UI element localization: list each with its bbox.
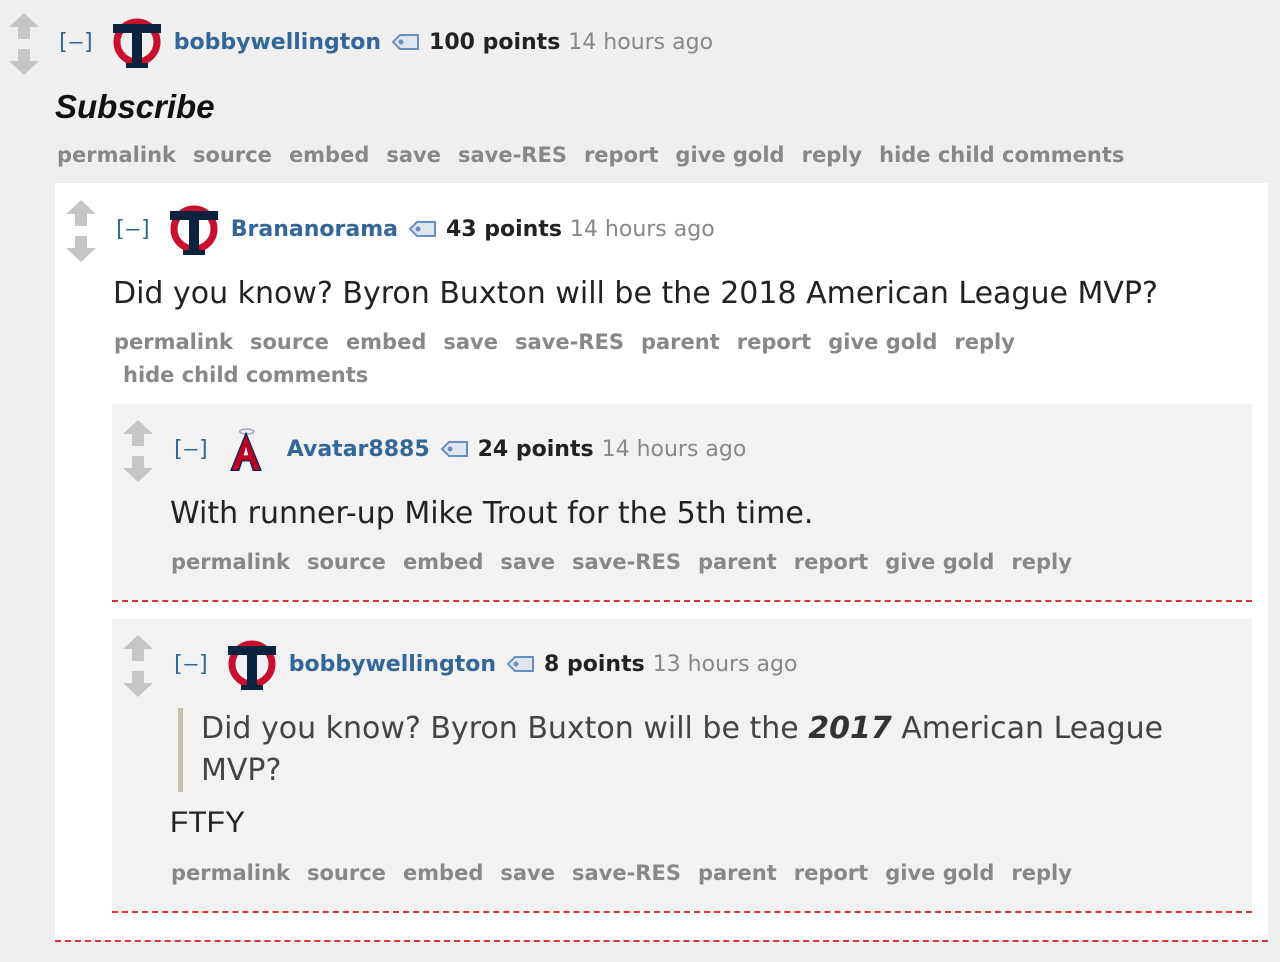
collapse-toggle[interactable]: [–] [56, 30, 96, 55]
vote-arrows [6, 12, 42, 76]
save-button[interactable]: save [500, 861, 555, 885]
score: 100 points [429, 29, 561, 55]
vote-arrows [120, 634, 156, 698]
timestamp: 14 hours ago [601, 436, 747, 462]
report-button[interactable]: report [794, 861, 868, 885]
comment-buttons: permalink source embed save save-RES parent re… [171, 861, 1089, 885]
save-button[interactable]: save [443, 330, 498, 354]
save-res-button[interactable]: save-RES [572, 861, 681, 885]
save-res-button[interactable]: save-RES [458, 143, 567, 167]
vote-arrows [120, 419, 156, 483]
upvote-arrow-icon[interactable] [8, 12, 40, 40]
comment-body: Subscribe [55, 88, 215, 125]
vote-arrows [63, 199, 99, 263]
upvote-arrow-icon[interactable] [65, 199, 97, 227]
comment-body: Did you know? Byron Buxton will be the 2… [113, 276, 1158, 311]
blockquote: Did you know? Byron Buxton will be the 2… [178, 708, 1178, 792]
timestamp: 14 hours ago [569, 216, 715, 242]
divider [55, 940, 1268, 942]
embed-button[interactable]: embed [346, 330, 426, 354]
tag-icon[interactable] [440, 439, 470, 459]
quote-text: American League [891, 711, 1164, 746]
permalink-button[interactable]: permalink [57, 143, 176, 167]
permalink-button[interactable]: permalink [114, 330, 233, 354]
parent-button[interactable]: parent [698, 861, 777, 885]
twins-logo-icon [165, 200, 223, 258]
score: 43 points [445, 216, 562, 242]
reply-button[interactable]: reply [802, 143, 863, 167]
collapse-toggle[interactable]: [–] [171, 652, 211, 677]
score: 24 points [477, 436, 594, 462]
tag-icon[interactable] [408, 219, 438, 239]
comment-buttons: permalink source embed save save-RES report gi… [57, 143, 1141, 167]
collapse-toggle[interactable]: [–] [113, 217, 153, 242]
quote-emphasis: 2017 [808, 711, 892, 746]
comment-tagline: [–] Avatar8885 24 points 14 hours ago [171, 429, 746, 469]
reply-button[interactable]: reply [954, 330, 1015, 354]
report-button[interactable]: report [794, 550, 868, 574]
permalink-button[interactable]: permalink [171, 550, 290, 574]
upvote-arrow-icon[interactable] [122, 419, 154, 447]
report-button[interactable]: report [737, 330, 811, 354]
reply-button[interactable]: reply [1011, 550, 1072, 574]
divider [112, 911, 1252, 913]
quote-line-1: Did you know? Byron Buxton will be the 2… [201, 708, 1178, 750]
twins-logo-icon [223, 635, 281, 693]
author-link[interactable]: Avatar8885 [287, 437, 430, 462]
give-gold-button[interactable]: give gold [675, 143, 784, 167]
collapse-toggle[interactable]: [–] [171, 437, 211, 462]
hide-child-comments-button[interactable]: hide child comments [123, 363, 368, 387]
give-gold-button[interactable]: give gold [828, 330, 937, 354]
author-link[interactable]: Brananorama [231, 217, 398, 242]
tag-icon[interactable] [506, 654, 536, 674]
quote-line-2: MVP? [201, 753, 282, 788]
downvote-arrow-icon[interactable] [122, 455, 154, 483]
comment-tagline: [–] Brananorama 43 points 14 hours ago [113, 209, 715, 249]
score: 8 points [544, 651, 645, 677]
angels-logo-icon [223, 420, 269, 478]
comment-body: With runner-up Mike Trout for the 5th ti… [170, 496, 814, 531]
tag-icon[interactable] [391, 32, 421, 52]
report-button[interactable]: report [584, 143, 658, 167]
permalink-button[interactable]: permalink [171, 861, 290, 885]
downvote-arrow-icon[interactable] [65, 235, 97, 263]
source-button[interactable]: source [193, 143, 272, 167]
save-button[interactable]: save [500, 550, 555, 574]
embed-button[interactable]: embed [403, 861, 483, 885]
save-res-button[interactable]: save-RES [572, 550, 681, 574]
give-gold-button[interactable]: give gold [885, 550, 994, 574]
upvote-arrow-icon[interactable] [122, 634, 154, 662]
parent-button[interactable]: parent [641, 330, 720, 354]
comment-tagline: [–] bobbywellington 100 points 14 hours … [56, 22, 713, 62]
timestamp: 13 hours ago [652, 651, 798, 677]
downvote-arrow-icon[interactable] [122, 670, 154, 698]
downvote-arrow-icon[interactable] [8, 48, 40, 76]
hide-child-comments-button[interactable]: hide child comments [879, 143, 1124, 167]
divider [112, 600, 1252, 602]
reply-button[interactable]: reply [1011, 861, 1072, 885]
source-button[interactable]: source [307, 550, 386, 574]
timestamp: 14 hours ago [568, 29, 714, 55]
embed-button[interactable]: embed [289, 143, 369, 167]
twins-logo-icon [108, 13, 166, 71]
comment-buttons: permalink source embed save save-RES parent re… [114, 330, 1032, 354]
comment-buttons-line2: hide child comments [123, 363, 385, 387]
save-button[interactable]: save [386, 143, 441, 167]
author-link[interactable]: bobbywellington [174, 30, 381, 55]
source-button[interactable]: source [307, 861, 386, 885]
comment-body: FTFY [170, 806, 245, 839]
comment-tagline: [–] bobbywellington 8 points 13 hours ag… [171, 644, 797, 684]
save-res-button[interactable]: save-RES [515, 330, 624, 354]
give-gold-button[interactable]: give gold [885, 861, 994, 885]
quote-text: Did you know? Byron Buxton will be the [201, 711, 809, 746]
parent-button[interactable]: parent [698, 550, 777, 574]
source-button[interactable]: source [250, 330, 329, 354]
embed-button[interactable]: embed [403, 550, 483, 574]
author-link[interactable]: bobbywellington [289, 652, 496, 677]
comment-buttons: permalink source embed save save-RES parent re… [171, 550, 1089, 574]
